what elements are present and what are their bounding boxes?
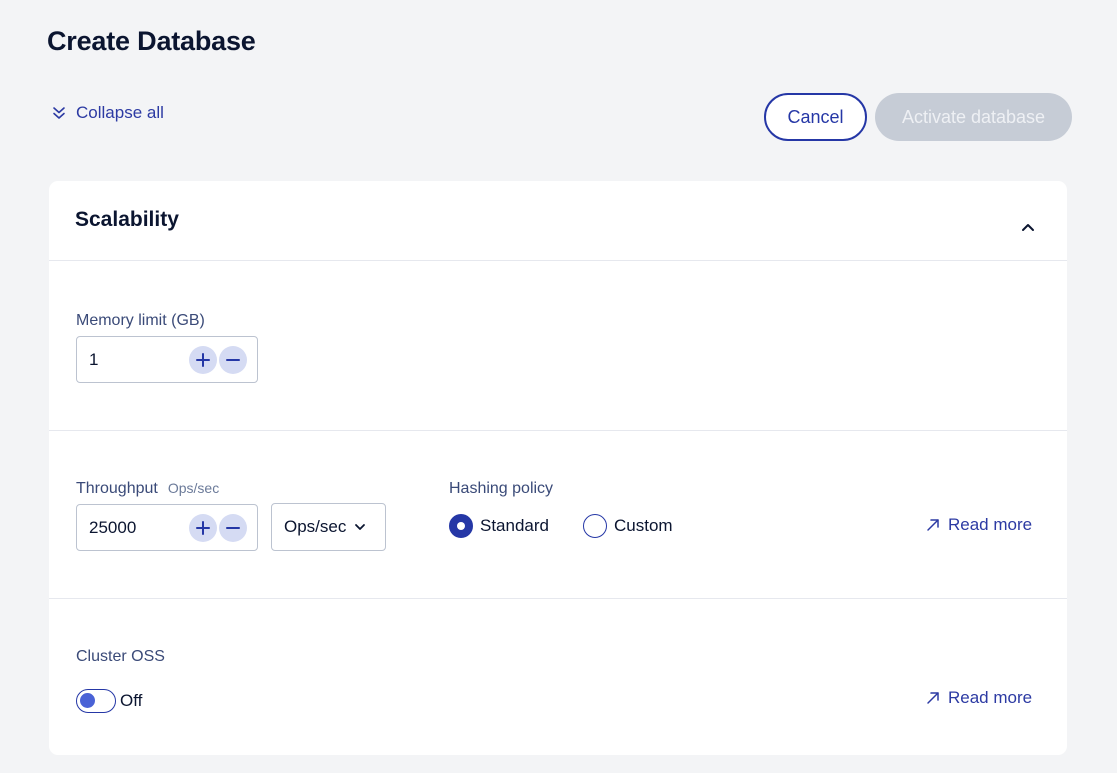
read-more-label: Read more bbox=[948, 515, 1033, 534]
section-title: Scalability bbox=[75, 208, 179, 231]
memory-section: Memory limit (GB) 1 bbox=[49, 262, 1067, 431]
radio-standard[interactable]: Standard bbox=[449, 514, 549, 538]
cancel-button[interactable]: Cancel bbox=[764, 93, 867, 141]
radio-custom-label: Custom bbox=[614, 516, 673, 535]
throughput-unit-select[interactable]: Ops/sec bbox=[271, 503, 386, 551]
memory-increment-button[interactable] bbox=[189, 345, 217, 374]
external-arrow-icon bbox=[927, 519, 939, 531]
throughput-increment-button[interactable] bbox=[189, 513, 217, 542]
throughput-section: Throughput Ops/sec 25000 Ops/sec Hashing … bbox=[49, 432, 1067, 599]
memory-decrement-button[interactable] bbox=[219, 345, 247, 374]
double-chevron-down-icon bbox=[52, 106, 66, 120]
activate-database-button[interactable]: Activate database bbox=[875, 93, 1072, 141]
radio-checked-icon bbox=[449, 514, 473, 538]
chevron-up-icon[interactable] bbox=[1021, 219, 1035, 237]
throughput-input[interactable]: 25000 bbox=[76, 504, 258, 551]
radio-unchecked-icon bbox=[583, 514, 607, 538]
toggle-knob bbox=[80, 693, 95, 708]
plus-icon bbox=[196, 352, 210, 367]
throughput-sublabel: Ops/sec bbox=[167, 480, 220, 496]
cluster-oss-label: Cluster OSS bbox=[76, 648, 165, 665]
memory-limit-input[interactable]: 1 bbox=[76, 336, 258, 383]
scalability-card: Scalability Memory limit (GB) 1 Throughp… bbox=[49, 181, 1067, 755]
cluster-oss-section: Cluster OSS Off Read more bbox=[49, 600, 1067, 755]
memory-limit-value: 1 bbox=[89, 349, 99, 369]
cluster-oss-toggle[interactable] bbox=[76, 689, 116, 713]
radio-custom[interactable]: Custom bbox=[583, 514, 673, 538]
throughput-unit-value: Ops/sec bbox=[284, 517, 347, 536]
hashing-policy-label: Hashing policy bbox=[449, 480, 554, 497]
create-database-page: Create Database Collapse all Cancel Acti… bbox=[0, 0, 1117, 773]
collapse-all-link[interactable]: Collapse all bbox=[52, 103, 164, 123]
page-title: Create Database bbox=[47, 26, 256, 56]
memory-limit-label: Memory limit (GB) bbox=[76, 312, 205, 329]
hashing-read-more-link[interactable]: Read more bbox=[926, 515, 1032, 535]
plus-icon bbox=[196, 520, 210, 535]
scalability-header[interactable]: Scalability bbox=[49, 181, 1067, 261]
external-arrow-icon bbox=[927, 692, 939, 704]
throughput-value: 25000 bbox=[89, 517, 137, 537]
throughput-decrement-button[interactable] bbox=[219, 513, 247, 542]
throughput-label-text: Throughput bbox=[76, 480, 158, 497]
hashing-policy-radio-group: Standard Custom bbox=[449, 514, 673, 538]
minus-icon bbox=[226, 358, 240, 361]
cluster-oss-state-label: Off bbox=[120, 691, 143, 710]
radio-standard-label: Standard bbox=[480, 516, 549, 535]
read-more-label: Read more bbox=[948, 688, 1033, 707]
throughput-label: Throughput Ops/sec bbox=[76, 480, 219, 498]
collapse-all-label: Collapse all bbox=[76, 103, 164, 122]
cluster-oss-read-more-link[interactable]: Read more bbox=[926, 688, 1032, 708]
minus-icon bbox=[226, 526, 240, 529]
chevron-down-icon bbox=[355, 524, 366, 530]
